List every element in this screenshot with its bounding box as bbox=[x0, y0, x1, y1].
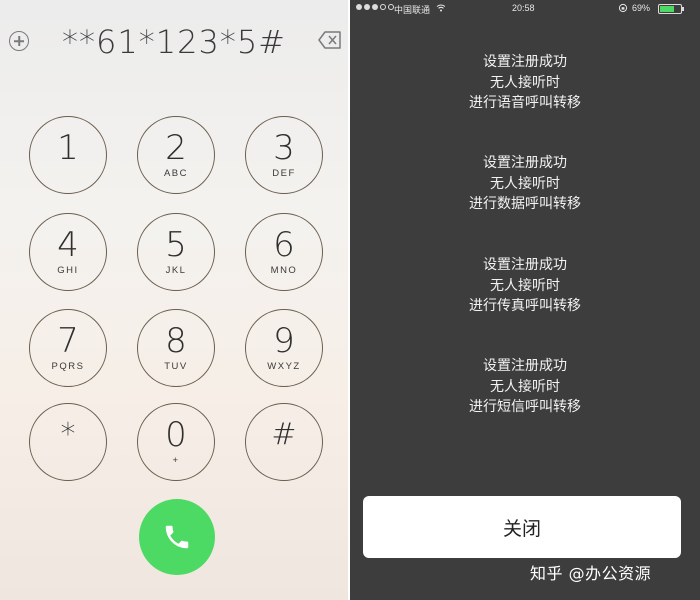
wifi-icon bbox=[436, 4, 446, 12]
key-digit: 8 bbox=[165, 321, 187, 361]
key-9[interactable]: 9 WXYZ bbox=[245, 309, 323, 387]
rotation-lock-icon bbox=[618, 3, 628, 13]
key-letters: GHI bbox=[57, 265, 79, 276]
number-row: **61*123*5# bbox=[0, 18, 348, 64]
key-letters: ABC bbox=[163, 168, 189, 179]
key-1[interactable]: 1 bbox=[29, 116, 107, 194]
key-3[interactable]: 3 DEF bbox=[245, 116, 323, 194]
result-panel: 中国联通 20:58 69% 设置注册成功 无人接听时 进行语音呼叫转移 设置注… bbox=[350, 0, 700, 600]
watermark: 知乎 @办公资源 bbox=[530, 564, 652, 583]
message-line: 无人接听时 bbox=[490, 74, 560, 91]
key-letters: + bbox=[172, 455, 180, 466]
key-digit: 3 bbox=[273, 128, 295, 168]
key-hash[interactable]: # bbox=[245, 403, 323, 481]
key-digit: 2 bbox=[165, 128, 187, 168]
key-digit: 9 bbox=[273, 321, 295, 361]
key-letters: MNO bbox=[270, 265, 298, 276]
close-button[interactable]: 关闭 bbox=[363, 496, 681, 558]
phone-icon bbox=[165, 525, 189, 549]
key-digit: 5 bbox=[165, 225, 187, 265]
message-line: 设置注册成功 bbox=[483, 257, 567, 273]
carrier-name: 中国联通 bbox=[394, 5, 431, 15]
key-letters: TUV bbox=[164, 361, 188, 372]
delete-backspace-icon[interactable] bbox=[318, 30, 342, 50]
key-7[interactable]: 7 PQRS bbox=[29, 309, 107, 387]
key-star[interactable]: * bbox=[29, 403, 107, 481]
key-digit: 6 bbox=[273, 225, 295, 265]
message-sms: 设置注册成功 无人接听时 进行短信呼叫转移 bbox=[350, 356, 700, 418]
message-voice: 设置注册成功 无人接听时 进行语音呼叫转移 bbox=[350, 52, 700, 114]
battery-icon bbox=[658, 4, 684, 14]
message-data: 设置注册成功 无人接听时 进行数据呼叫转移 bbox=[350, 153, 700, 215]
status-time: 20:58 bbox=[512, 3, 535, 13]
message-line: 无人接听时 bbox=[490, 175, 560, 192]
key-6[interactable]: 6 MNO bbox=[245, 213, 323, 291]
key-5[interactable]: 5 JKL bbox=[137, 213, 215, 291]
message-line: 进行传真呼叫转移 bbox=[469, 298, 581, 314]
message-line: 设置注册成功 bbox=[483, 155, 567, 171]
key-4[interactable]: 4 GHI bbox=[29, 213, 107, 291]
status-bar: 中国联通 20:58 69% bbox=[350, 0, 700, 18]
key-letters: PQRS bbox=[51, 361, 85, 372]
message-line: 无人接听时 bbox=[490, 277, 560, 294]
battery-percent: 69% bbox=[632, 3, 651, 13]
message-line: 进行短信呼叫转移 bbox=[469, 399, 581, 415]
key-digit: 1 bbox=[57, 128, 79, 168]
message-line: 设置注册成功 bbox=[483, 358, 567, 374]
key-digit: 7 bbox=[57, 321, 79, 361]
message-line: 进行数据呼叫转移 bbox=[469, 196, 581, 212]
key-letters: WXYZ bbox=[267, 361, 301, 372]
message-fax: 设置注册成功 无人接听时 进行传真呼叫转移 bbox=[350, 255, 700, 317]
key-letters: DEF bbox=[272, 168, 296, 179]
message-line: 无人接听时 bbox=[490, 378, 560, 395]
key-digit: 4 bbox=[57, 225, 79, 265]
dialer-panel: **61*123*5# 1 2 ABC 3 DEF 4 GHI 5 JKL 6 … bbox=[0, 0, 348, 600]
key-digit: * bbox=[60, 417, 76, 452]
message-line: 设置注册成功 bbox=[483, 54, 567, 70]
signal-strength-icon bbox=[356, 4, 394, 10]
key-digit: 0 bbox=[165, 415, 187, 455]
dialed-number: **61*123*5# bbox=[62, 23, 286, 61]
call-button[interactable] bbox=[139, 499, 215, 575]
plus-circle-icon[interactable] bbox=[9, 31, 29, 51]
message-line: 进行语音呼叫转移 bbox=[469, 95, 581, 111]
key-8[interactable]: 8 TUV bbox=[137, 309, 215, 387]
key-0[interactable]: 0 + bbox=[137, 403, 215, 481]
key-2[interactable]: 2 ABC bbox=[137, 116, 215, 194]
key-digit: # bbox=[271, 417, 297, 452]
key-letters: JKL bbox=[165, 265, 187, 276]
